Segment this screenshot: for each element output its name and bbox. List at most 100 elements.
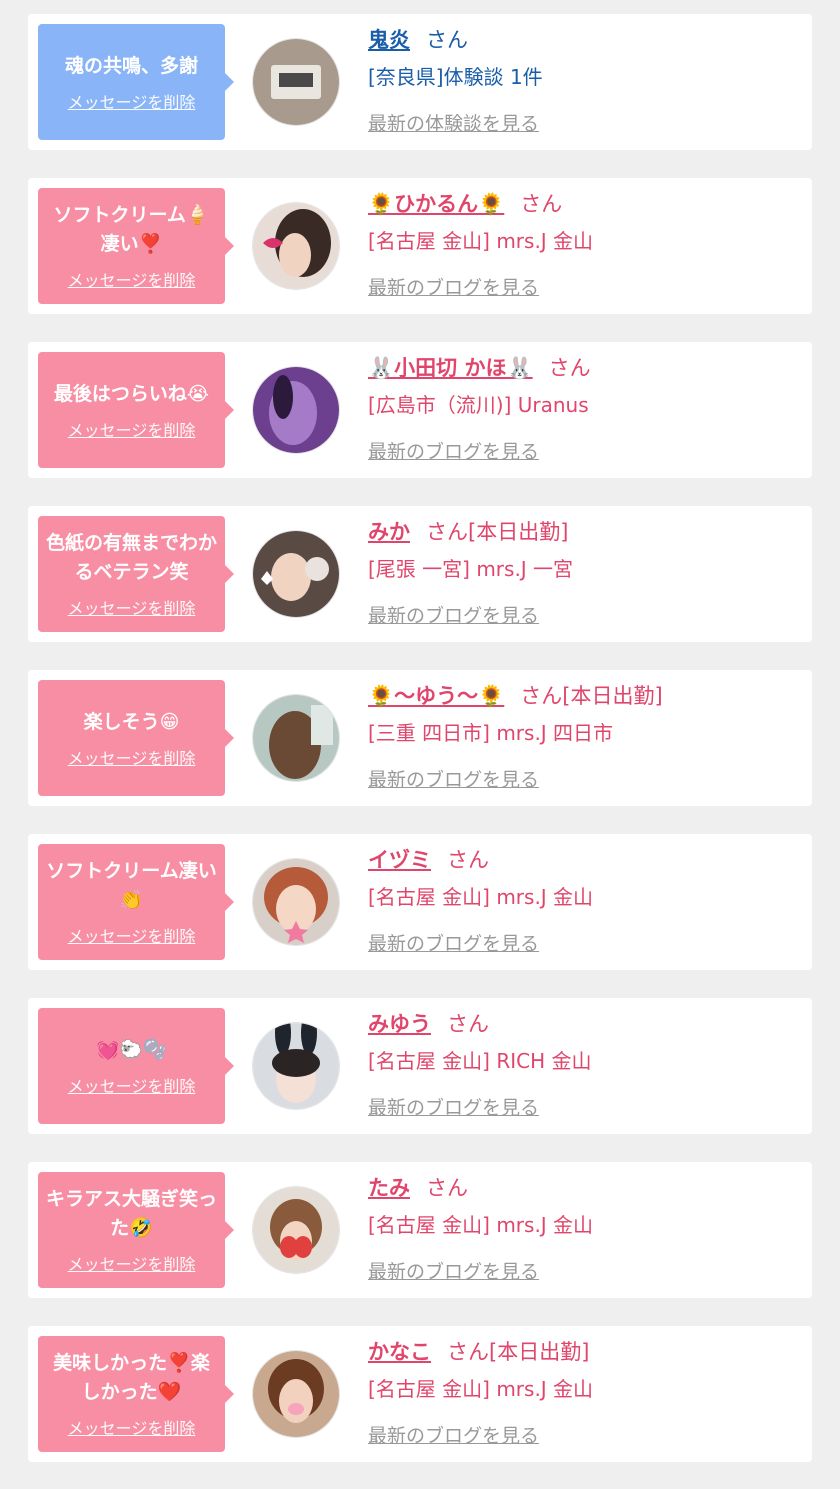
name-line: 鬼炎 さん	[368, 26, 802, 54]
list-item: 美味しかった❣️楽しかった❤️ メッセージを削除 かなこ さん[本日出勤] [名古…	[28, 1326, 812, 1462]
delete-message-link[interactable]: メッセージを削除	[68, 745, 196, 769]
profile-name-link[interactable]: みゆう	[368, 1012, 431, 1036]
list-item: ソフトクリーム凄い👏 メッセージを削除 イヅミ さん [名古屋 金山] mrs.J…	[28, 834, 812, 970]
message-bubble: 💓🐑🫧 メッセージを削除	[38, 1008, 234, 1124]
message-text: 魂の共鳴、多謝	[64, 54, 198, 77]
profile-info: イヅミ さん [名古屋 金山] mrs.J 金山 最新のブログを見る	[368, 846, 802, 956]
shop-info: [名古屋 金山] mrs.J 金山	[368, 229, 594, 253]
message-text: 色紙の有無までわかるベテラン笑	[46, 532, 218, 583]
honorific: さん	[426, 28, 468, 52]
name-line: 🌻ひかるん🌻 さん	[368, 190, 802, 218]
profile-name-link[interactable]: 🌻〜ゆう〜🌻	[368, 684, 504, 708]
braided-hair-photo-icon	[253, 695, 339, 781]
latest-post-link[interactable]: 最新のブログを見る	[368, 601, 539, 628]
honorific: さん	[447, 1012, 489, 1036]
attendance-status: [本日出勤]	[562, 684, 663, 708]
name-line: イヅミ さん	[368, 846, 802, 874]
latest-post-link[interactable]: 最新のブログを見る	[368, 1257, 539, 1284]
shop-info: [広島市（流川)] Uranus	[368, 393, 589, 417]
attendance-status: [本日出勤]	[468, 520, 569, 544]
delete-message-link[interactable]: メッセージを削除	[68, 1251, 196, 1275]
profile-name-link[interactable]: 🌻ひかるん🌻	[368, 192, 504, 216]
purple-photo-icon	[253, 367, 339, 453]
honorific: さん	[548, 356, 591, 380]
honorific: さん	[520, 684, 563, 708]
name-line: 🐰小田切 かほ🐰 さん	[368, 354, 802, 382]
girl-bunny-ears-photo-icon[interactable]	[253, 1023, 339, 1109]
profile-info: 🐰小田切 かほ🐰 さん [広島市（流川)] Uranus 最新のブログを見る	[368, 354, 802, 464]
shop-info: [名古屋 金山] mrs.J 金山	[368, 1213, 594, 1237]
message-text: 美味しかった❣️楽しかった❤️	[53, 1352, 210, 1403]
message-text: 💓🐑🫧	[96, 1038, 167, 1061]
attendance-status: [本日出勤]	[489, 1340, 590, 1364]
delete-message-link[interactable]: メッセージを削除	[68, 595, 196, 619]
profile-info: かなこ さん[本日出勤] [名古屋 金山] mrs.J 金山 最新のブログを見る	[368, 1338, 802, 1448]
girl-cat-sticker-photo-icon[interactable]	[253, 531, 339, 617]
profile-name-link[interactable]: 鬼炎	[368, 28, 410, 52]
profile-info: みゆう さん [名古屋 金山] RICH 金山 最新のブログを見る	[368, 1010, 802, 1120]
message-bubble: ソフトクリーム凄い👏 メッセージを削除	[38, 844, 234, 960]
profile-info: みか さん[本日出勤] [尾張 一宮] mrs.J 一宮 最新のブログを見る	[368, 518, 802, 628]
clock-photo-icon	[253, 39, 339, 125]
shop-info: [名古屋 金山] mrs.J 金山	[368, 1377, 594, 1401]
profile-info: 🌻〜ゆう〜🌻 さん[本日出勤] [三重 四日市] mrs.J 四日市 最新のブログ…	[368, 682, 802, 792]
message-bubble: キラアス大騒ぎ笑った🤣 メッセージを削除	[38, 1172, 234, 1288]
purple-photo-icon[interactable]	[253, 367, 339, 453]
delete-message-link[interactable]: メッセージを削除	[68, 89, 196, 113]
delete-message-link[interactable]: メッセージを削除	[68, 1415, 196, 1439]
honorific: さん	[520, 192, 563, 216]
girl-pig-sticker-photo-icon[interactable]	[253, 1351, 339, 1437]
message-list: 魂の共鳴、多謝 メッセージを削除 鬼炎 さん [奈良県]体験談 1件 最新の体験談…	[0, 0, 840, 1462]
name-line: たみ さん	[368, 1174, 802, 1202]
message-bubble: 美味しかった❣️楽しかった❤️ メッセージを削除	[38, 1336, 234, 1452]
message-text: ソフトクリーム凄い👏	[46, 860, 217, 911]
honorific: さん	[447, 848, 489, 872]
girl-strawberry-sticker-photo-icon	[253, 1187, 339, 1273]
latest-post-link[interactable]: 最新のブログを見る	[368, 929, 539, 956]
girl-lips-sticker-photo-icon	[253, 203, 339, 289]
shop-info: [尾張 一宮] mrs.J 一宮	[368, 557, 574, 581]
delete-message-link[interactable]: メッセージを削除	[68, 267, 196, 291]
list-item: キラアス大騒ぎ笑った🤣 メッセージを削除 たみ さん [名古屋 金山] mrs.J…	[28, 1162, 812, 1298]
message-bubble: 色紙の有無までわかるベテラン笑 メッセージを削除	[38, 516, 234, 632]
latest-post-link[interactable]: 最新の体験談を見る	[368, 109, 539, 136]
delete-message-link[interactable]: メッセージを削除	[68, 923, 196, 947]
profile-name-link[interactable]: たみ	[368, 1176, 410, 1200]
list-item: 最後はつらいね😭 メッセージを削除 🐰小田切 かほ🐰 さん [広島市（流川)] U…	[28, 342, 812, 478]
list-item: ソフトクリーム🍦凄い❣️ メッセージを削除 🌻ひかるん🌻 さん [名古屋 金山] …	[28, 178, 812, 314]
message-text: 最後はつらいね😭	[53, 382, 210, 405]
latest-post-link[interactable]: 最新のブログを見る	[368, 1093, 539, 1120]
girl-cat-sticker-photo-icon	[253, 531, 339, 617]
girl-strawberry-sticker-photo-icon[interactable]	[253, 1187, 339, 1273]
message-text: 楽しそう😁	[83, 710, 180, 733]
message-text: ソフトクリーム🍦凄い❣️	[53, 204, 210, 255]
latest-post-link[interactable]: 最新のブログを見る	[368, 273, 539, 300]
braided-hair-photo-icon[interactable]	[253, 695, 339, 781]
name-line: みゆう さん	[368, 1010, 802, 1038]
girl-star-sticker-photo-icon	[253, 859, 339, 945]
girl-lips-sticker-photo-icon[interactable]	[253, 203, 339, 289]
profile-name-link[interactable]: イヅミ	[368, 848, 431, 872]
profile-info: 🌻ひかるん🌻 さん [名古屋 金山] mrs.J 金山 最新のブログを見る	[368, 190, 802, 300]
honorific: さん	[426, 520, 468, 544]
profile-name-link[interactable]: 🐰小田切 かほ🐰	[368, 356, 533, 380]
girl-bunny-ears-photo-icon	[253, 1023, 339, 1109]
message-bubble: 最後はつらいね😭 メッセージを削除	[38, 352, 234, 468]
profile-name-link[interactable]: みか	[368, 520, 410, 544]
shop-info: [奈良県]体験談 1件	[368, 65, 543, 89]
delete-message-link[interactable]: メッセージを削除	[68, 417, 196, 441]
profile-info: 鬼炎 さん [奈良県]体験談 1件 最新の体験談を見る	[368, 26, 802, 136]
message-bubble: ソフトクリーム🍦凄い❣️ メッセージを削除	[38, 188, 234, 304]
shop-info: [三重 四日市] mrs.J 四日市	[368, 721, 614, 745]
name-line: みか さん[本日出勤]	[368, 518, 802, 546]
profile-name-link[interactable]: かなこ	[368, 1340, 431, 1364]
latest-post-link[interactable]: 最新のブログを見る	[368, 765, 539, 792]
delete-message-link[interactable]: メッセージを削除	[68, 1073, 196, 1097]
girl-star-sticker-photo-icon[interactable]	[253, 859, 339, 945]
clock-photo-icon[interactable]	[253, 39, 339, 125]
latest-post-link[interactable]: 最新のブログを見る	[368, 437, 539, 464]
message-text: キラアス大騒ぎ笑った🤣	[46, 1188, 218, 1239]
honorific: さん	[426, 1176, 468, 1200]
latest-post-link[interactable]: 最新のブログを見る	[368, 1421, 539, 1448]
name-line: 🌻〜ゆう〜🌻 さん[本日出勤]	[368, 682, 802, 710]
